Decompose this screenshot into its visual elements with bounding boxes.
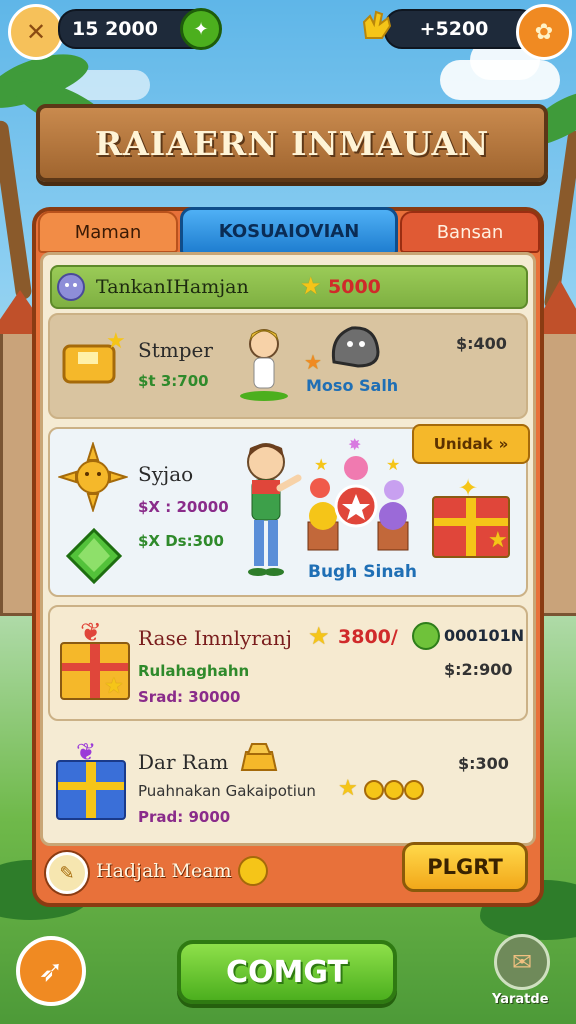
unlock-badge[interactable]: Unidak »	[412, 424, 530, 464]
page-title: RAIAERN INMAUAN	[94, 123, 490, 163]
bag-label: Yaratde	[492, 992, 549, 1007]
arrow-icon: »	[498, 435, 509, 453]
card-coin-value: 000101N	[444, 626, 525, 645]
gift-icon: ❦	[56, 738, 128, 820]
bag-icon: ✉	[511, 948, 533, 976]
gift-icon: ✦ ★	[432, 474, 510, 558]
coin-icon	[238, 856, 268, 886]
card-value-2: $X Ds:300	[138, 532, 224, 550]
currency-right-pill: +5200	[384, 9, 538, 49]
item-label: Bugh Sinah	[308, 562, 417, 582]
star-icon: ★	[304, 350, 322, 374]
section-value: 5000	[328, 276, 381, 298]
card-sub-2: Prad: 9000	[138, 808, 231, 826]
currency-left-value: 15 2000	[72, 18, 158, 40]
coin-icon	[404, 780, 424, 800]
gift-icon: ❦ ★	[58, 618, 132, 702]
card-price: $:2:900	[444, 660, 513, 679]
svg-text:✸: ✸	[348, 436, 361, 454]
card-sub-2: Srad: 30000	[138, 688, 241, 706]
close-icon: ✕	[25, 18, 47, 46]
star-icon: ★	[300, 272, 322, 300]
card-sub-1: Puahnakan Gakaipotiun	[138, 782, 316, 800]
section-label: TankanIHamjan	[96, 276, 249, 298]
title-banner: RAIAERN INMAUAN	[36, 104, 548, 182]
card-sub-1: Rulahaghahn	[138, 662, 250, 680]
plus-icon: ✦	[193, 18, 209, 40]
tab-bansan[interactable]: Bansan	[400, 211, 540, 253]
button-label: COMGT	[226, 954, 348, 990]
tab-label: Bansan	[436, 221, 504, 243]
card-price: $:400	[456, 334, 507, 353]
card-star-value: 3800/	[338, 626, 398, 648]
footer-label: Hadjah Meam	[96, 860, 232, 882]
svg-text:★: ★	[106, 329, 126, 354]
hand-icon	[356, 6, 396, 46]
green-gem-icon	[64, 526, 124, 590]
tab-maman[interactable]: Maman	[38, 211, 178, 253]
gem-icon	[56, 272, 86, 306]
button-label: PLGRT	[427, 855, 503, 879]
sun-icon	[56, 440, 130, 516]
rocket-icon: ➶	[38, 953, 64, 989]
card-value-1: $X : 20000	[138, 498, 229, 516]
bag-button[interactable]: ✉	[494, 934, 550, 990]
star-icon: ★	[308, 622, 330, 650]
rocket-button[interactable]: ➶	[16, 936, 86, 1006]
item-label: Moso Salh	[306, 376, 399, 395]
character-boy	[236, 438, 302, 586]
coin-icon	[412, 622, 440, 650]
svg-text:★: ★	[314, 455, 328, 474]
card-name: Rase Imnlyranj	[138, 626, 292, 650]
character-girl	[236, 322, 292, 406]
coin-icon	[364, 780, 384, 800]
badge-label: Unidak	[433, 435, 493, 453]
coin-icon	[384, 780, 404, 800]
star-icon: ★	[338, 776, 358, 801]
tab-label: Maman	[74, 221, 142, 243]
main-action-button[interactable]: COMGT	[177, 940, 397, 1004]
tab-label: KOSUAIOVIAN	[218, 220, 360, 242]
currency-right-value: +5200	[419, 18, 489, 40]
card-value: $t 3:700	[138, 372, 209, 390]
add-currency-button[interactable]: ✦	[180, 8, 222, 50]
close-button[interactable]: ✕	[8, 4, 64, 60]
gold-box-icon: ★	[60, 326, 126, 396]
rock-creature	[328, 322, 382, 374]
card-name: Stmper	[138, 338, 213, 362]
card-price: $:300	[458, 754, 509, 773]
footer-coin-icon: ✎	[46, 852, 88, 894]
tab-kosuaiovian[interactable]: KOSUAIOVIAN	[180, 207, 398, 255]
flower-pots: ✸ ★ ★	[300, 435, 420, 560]
card-name: Syjao	[138, 462, 194, 486]
gold-bar-icon	[236, 742, 282, 778]
card-name: Dar Ram	[138, 750, 229, 774]
profile-button[interactable]: ✿	[516, 4, 572, 60]
leaf-coin-icon: ✿	[534, 19, 554, 45]
svg-text:★: ★	[386, 455, 400, 474]
plgrt-button[interactable]: PLGRT	[402, 842, 528, 892]
